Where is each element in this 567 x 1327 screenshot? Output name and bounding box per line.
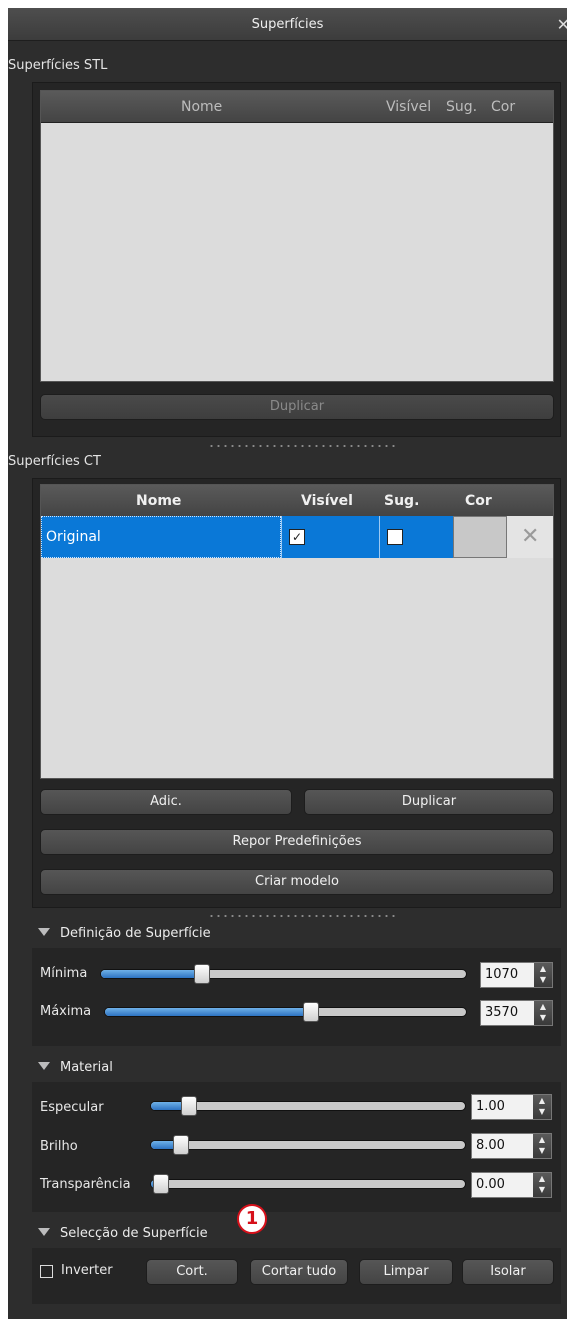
transparency-slider-track[interactable] [150,1179,466,1189]
stl-section-label: Superfícies STL [8,58,108,73]
surface-selection-header[interactable]: Selecção de Superfície [32,1224,561,1246]
callout-marker: 1 [237,1204,267,1234]
stl-surface-list[interactable]: Nome Visível Sug. Cor [40,90,554,382]
max-label: Máxima [40,1004,92,1019]
transparency-spinbox[interactable]: 0.00 ▲ ▼ [471,1172,552,1198]
min-slider-handle[interactable] [194,964,210,984]
spin-arrows-icon[interactable]: ▲ ▼ [533,1095,551,1119]
stl-col-visible[interactable]: Visível [386,99,431,115]
sug-checkbox[interactable] [387,529,403,545]
clear-button[interactable]: Limpar [359,1259,453,1285]
ct-row-delete-cell[interactable]: ✕ [507,516,553,558]
ct-row-visible-cell[interactable]: ✓ [281,516,379,558]
transparency-value[interactable]: 0.00 [476,1177,505,1192]
stl-duplicate-button[interactable]: Duplicar [40,394,554,420]
delete-icon[interactable]: ✕ [521,524,539,549]
specular-slider-handle[interactable] [181,1096,197,1116]
collapse-triangle-icon[interactable] [38,928,50,936]
panel-title: Superfícies [251,17,324,32]
panel-titlebar: Superfícies ✕ [8,8,567,41]
ct-add-button[interactable]: Adic. [40,789,292,815]
max-value[interactable]: 3570 [485,1005,518,1020]
specular-slider-track[interactable] [150,1101,466,1111]
spin-arrows-icon[interactable]: ▲ ▼ [533,1173,551,1197]
spin-arrows-icon[interactable]: ▲ ▼ [533,1134,551,1158]
ct-row-name: Original [46,529,101,545]
transparency-label: Transparência [40,1177,131,1192]
specular-spinbox[interactable]: 1.00 ▲ ▼ [471,1094,552,1120]
stl-col-color[interactable]: Cor [491,99,515,115]
ct-list-header: Nome Visível Sug. Cor [41,485,553,517]
ct-col-sug[interactable]: Sug. [384,493,419,509]
specular-label: Especular [40,1100,104,1115]
min-label: Mínima [40,966,88,981]
min-slider-track[interactable] [100,969,467,979]
transparency-slider-handle[interactable] [153,1174,169,1194]
surface-definition-header[interactable]: Definição de Superfície [32,924,561,946]
invert-label[interactable]: Inverter [61,1263,113,1278]
cut-all-button[interactable]: Cortar tudo [250,1259,348,1285]
ct-row-name-cell[interactable]: Original [41,516,281,558]
gloss-value[interactable]: 8.00 [476,1138,505,1153]
min-value[interactable]: 1070 [485,967,518,982]
splitter-handle-2[interactable] [208,915,398,917]
max-slider-track[interactable] [104,1007,467,1017]
gloss-label: Brilho [40,1139,78,1154]
create-model-button[interactable]: Criar modelo [40,869,554,895]
ct-row-color-swatch[interactable] [453,516,507,558]
ct-surface-list[interactable]: Nome Visível Sug. Cor Original ✓ ✕ [40,484,554,779]
max-slider-handle[interactable] [303,1002,319,1022]
surface-definition-title: Definição de Superfície [60,926,211,941]
ct-section-label: Superfícies CT [8,454,101,469]
surfaces-panel: Superfícies ✕ Superfícies STL Nome Visív… [8,8,567,1319]
collapse-triangle-icon[interactable] [38,1062,50,1070]
min-spinbox[interactable]: 1070 ▲ ▼ [480,962,553,988]
surface-selection-title: Selecção de Superfície [60,1226,208,1241]
ct-col-name[interactable]: Nome [136,493,181,509]
stl-col-name[interactable]: Nome [181,99,222,115]
gloss-slider-track[interactable] [150,1140,466,1150]
gloss-spinbox[interactable]: 8.00 ▲ ▼ [471,1133,552,1159]
splitter-handle[interactable] [208,445,398,447]
close-icon[interactable]: ✕ [557,15,567,34]
invert-checkbox[interactable] [40,1265,53,1278]
isolate-button[interactable]: Isolar [462,1259,554,1285]
reset-defaults-button[interactable]: Repor Predefinições [40,829,554,855]
stl-col-sug[interactable]: Sug. [446,99,477,115]
stl-list-header: Nome Visível Sug. Cor [41,91,553,123]
material-title: Material [60,1060,113,1075]
ct-col-color[interactable]: Cor [465,493,492,509]
visible-checkbox[interactable]: ✓ [289,529,305,545]
ct-col-visible[interactable]: Visível [301,493,353,509]
spin-arrows-icon[interactable]: ▲ ▼ [534,1001,552,1025]
ct-row-sug-cell[interactable] [379,516,453,558]
specular-value[interactable]: 1.00 [476,1099,505,1114]
ct-duplicate-button[interactable]: Duplicar [304,789,554,815]
collapse-triangle-icon[interactable] [38,1228,50,1236]
spin-arrows-icon[interactable]: ▲ ▼ [534,963,552,987]
material-header[interactable]: Material [32,1058,561,1080]
cut-button[interactable]: Cort. [146,1259,238,1285]
ct-row-original[interactable]: Original ✓ ✕ [41,516,553,558]
max-spinbox[interactable]: 3570 ▲ ▼ [480,1000,553,1026]
gloss-slider-handle[interactable] [173,1135,189,1155]
